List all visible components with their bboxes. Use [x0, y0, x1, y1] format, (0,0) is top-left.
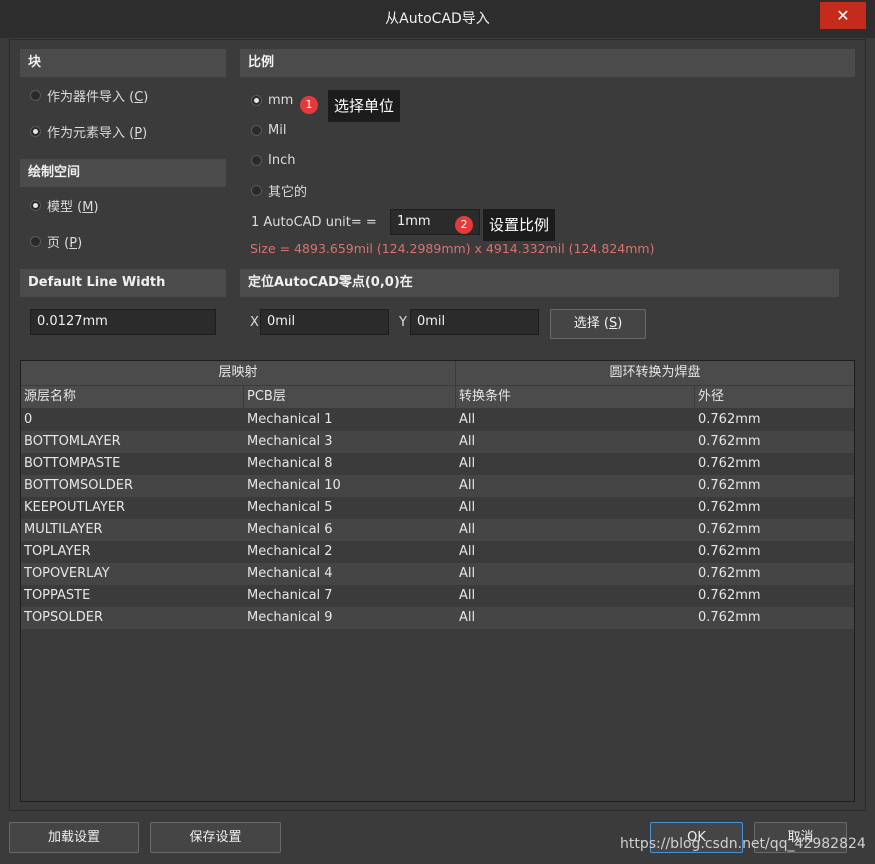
group-header-annulus: 圆环转换为焊盘	[456, 361, 854, 385]
condition-cell[interactable]: All	[459, 453, 475, 475]
radio-circle-checked[interactable]	[30, 199, 41, 211]
close-button[interactable]: ✕	[820, 2, 866, 29]
layer-mapping-grid: 层映射 圆环转换为焊盘 源层名称 PCB层 转换条件 外径 0 Mechanica…	[20, 360, 855, 802]
radio-circle[interactable]	[30, 235, 41, 247]
outer-diameter-cell[interactable]: 0.762mm	[698, 541, 761, 563]
source-layer-cell[interactable]: TOPOVERLAY	[24, 563, 110, 585]
condition-cell[interactable]: All	[459, 475, 475, 497]
outer-diameter-cell[interactable]: 0.762mm	[698, 431, 761, 453]
condition-cell[interactable]: All	[459, 497, 475, 519]
source-layer-cell[interactable]: BOTTOMPASTE	[24, 453, 120, 475]
outer-diameter-cell[interactable]: 0.762mm	[698, 519, 761, 541]
pcb-layer-cell[interactable]: Mechanical 2	[247, 541, 333, 563]
radio-import-as-component[interactable]: 作为器件导入 (C)	[30, 85, 148, 105]
condition-cell[interactable]: All	[459, 409, 475, 431]
table-row[interactable]: BOTTOMPASTE Mechanical 8 All 0.762mm	[21, 453, 854, 475]
unit-ratio-label: 1 AutoCAD unit= =	[251, 215, 377, 230]
pcb-layer-cell[interactable]: Mechanical 10	[247, 475, 341, 497]
radio-import-as-primitives[interactable]: 作为元素导入 (P)	[30, 121, 147, 141]
select-origin-button[interactable]: 选择 (S)	[550, 309, 646, 339]
annotation-badge-1: 1	[300, 96, 318, 114]
pcb-layer-cell[interactable]: Mechanical 5	[247, 497, 333, 519]
radio-circle-checked[interactable]	[251, 94, 262, 106]
condition-cell[interactable]: All	[459, 431, 475, 453]
watermark-text: https://blog.csdn.net/qq_42982824	[620, 836, 866, 852]
table-row[interactable]: TOPSOLDER Mechanical 9 All 0.762mm	[21, 607, 854, 629]
radio-circle[interactable]	[30, 89, 41, 101]
annotation-callout-2: 设置比例	[483, 209, 556, 241]
size-readout: Size = 4893.659mil (124.2989mm) x 4914.3…	[250, 241, 655, 256]
radio-unit-inch[interactable]: Inch	[251, 150, 295, 170]
radio-circle[interactable]	[251, 184, 262, 196]
table-row[interactable]: BOTTOMLAYER Mechanical 3 All 0.762mm	[21, 431, 854, 453]
origin-x-label: X	[250, 315, 259, 330]
table-row[interactable]: TOPLAYER Mechanical 2 All 0.762mm	[21, 541, 854, 563]
origin-y-input[interactable]: 0mil	[410, 309, 539, 335]
pcb-layer-cell[interactable]: Mechanical 6	[247, 519, 333, 541]
annotation-callout-1: 选择单位	[328, 90, 401, 122]
window-title: 从AutoCAD导入	[385, 11, 490, 27]
outer-diameter-cell[interactable]: 0.762mm	[698, 563, 761, 585]
col-header-pcb-layer[interactable]: PCB层	[244, 386, 455, 408]
radio-circle[interactable]	[251, 124, 262, 136]
radio-circle[interactable]	[251, 154, 262, 166]
source-layer-cell[interactable]: 0	[24, 409, 32, 431]
origin-y-label: Y	[399, 315, 407, 330]
save-settings-button[interactable]: 保存设置	[150, 822, 281, 853]
source-layer-cell[interactable]: BOTTOMSOLDER	[24, 475, 133, 497]
outer-diameter-cell[interactable]: 0.762mm	[698, 475, 761, 497]
radio-unit-mil[interactable]: Mil	[251, 120, 286, 140]
annotation-badge-2: 2	[455, 216, 473, 234]
table-row[interactable]: TOPOVERLAY Mechanical 4 All 0.762mm	[21, 563, 854, 585]
pcb-layer-cell[interactable]: Mechanical 8	[247, 453, 333, 475]
pcb-layer-cell[interactable]: Mechanical 7	[247, 585, 333, 607]
load-settings-button[interactable]: 加载设置	[9, 822, 139, 853]
condition-cell[interactable]: All	[459, 519, 475, 541]
group-header-layer-mapping: 层映射	[21, 361, 455, 385]
condition-cell[interactable]: All	[459, 563, 475, 585]
col-header-outer-diameter[interactable]: 外径	[695, 386, 854, 408]
source-layer-cell[interactable]: BOTTOMLAYER	[24, 431, 121, 453]
radio-unit-mm[interactable]: mm	[251, 90, 293, 110]
radio-paper-space[interactable]: 页 (P)	[30, 231, 82, 251]
table-row[interactable]: KEEPOUTLAYER Mechanical 5 All 0.762mm	[21, 497, 854, 519]
source-layer-cell[interactable]: TOPLAYER	[24, 541, 91, 563]
source-layer-cell[interactable]: TOPSOLDER	[24, 607, 103, 629]
radio-circle-checked[interactable]	[30, 125, 41, 137]
condition-cell[interactable]: All	[459, 585, 475, 607]
scale-header: 比例	[240, 49, 855, 77]
table-row[interactable]: MULTILAYER Mechanical 6 All 0.762mm	[21, 519, 854, 541]
table-row[interactable]: 0 Mechanical 1 All 0.762mm	[21, 409, 854, 431]
table-row[interactable]: BOTTOMSOLDER Mechanical 10 All 0.762mm	[21, 475, 854, 497]
source-layer-cell[interactable]: MULTILAYER	[24, 519, 103, 541]
col-header-source-layer[interactable]: 源层名称	[21, 386, 243, 408]
pcb-layer-cell[interactable]: Mechanical 4	[247, 563, 333, 585]
pcb-layer-cell[interactable]: Mechanical 9	[247, 607, 333, 629]
condition-cell[interactable]: All	[459, 541, 475, 563]
source-layer-cell[interactable]: TOPPASTE	[24, 585, 90, 607]
outer-diameter-cell[interactable]: 0.762mm	[698, 409, 761, 431]
outer-diameter-cell[interactable]: 0.762mm	[698, 453, 761, 475]
outer-diameter-cell[interactable]: 0.762mm	[698, 607, 761, 629]
line-width-input[interactable]: 0.0127mm	[30, 309, 216, 335]
pcb-layer-cell[interactable]: Mechanical 3	[247, 431, 333, 453]
drawspace-header: 绘制空间	[20, 159, 226, 187]
col-header-condition[interactable]: 转换条件	[456, 386, 694, 408]
line-width-header: Default Line Width	[20, 269, 226, 297]
radio-model-space[interactable]: 模型 (M)	[30, 195, 99, 215]
outer-diameter-cell[interactable]: 0.762mm	[698, 585, 761, 607]
condition-cell[interactable]: All	[459, 607, 475, 629]
origin-header: 定位AutoCAD零点(0,0)在	[240, 269, 839, 297]
outer-diameter-cell[interactable]: 0.762mm	[698, 497, 761, 519]
source-layer-cell[interactable]: KEEPOUTLAYER	[24, 497, 125, 519]
radio-unit-other[interactable]: 其它的	[251, 180, 307, 200]
origin-x-input[interactable]: 0mil	[260, 309, 389, 335]
block-header: 块	[20, 49, 226, 77]
table-row[interactable]: TOPPASTE Mechanical 7 All 0.762mm	[21, 585, 854, 607]
pcb-layer-cell[interactable]: Mechanical 1	[247, 409, 333, 431]
